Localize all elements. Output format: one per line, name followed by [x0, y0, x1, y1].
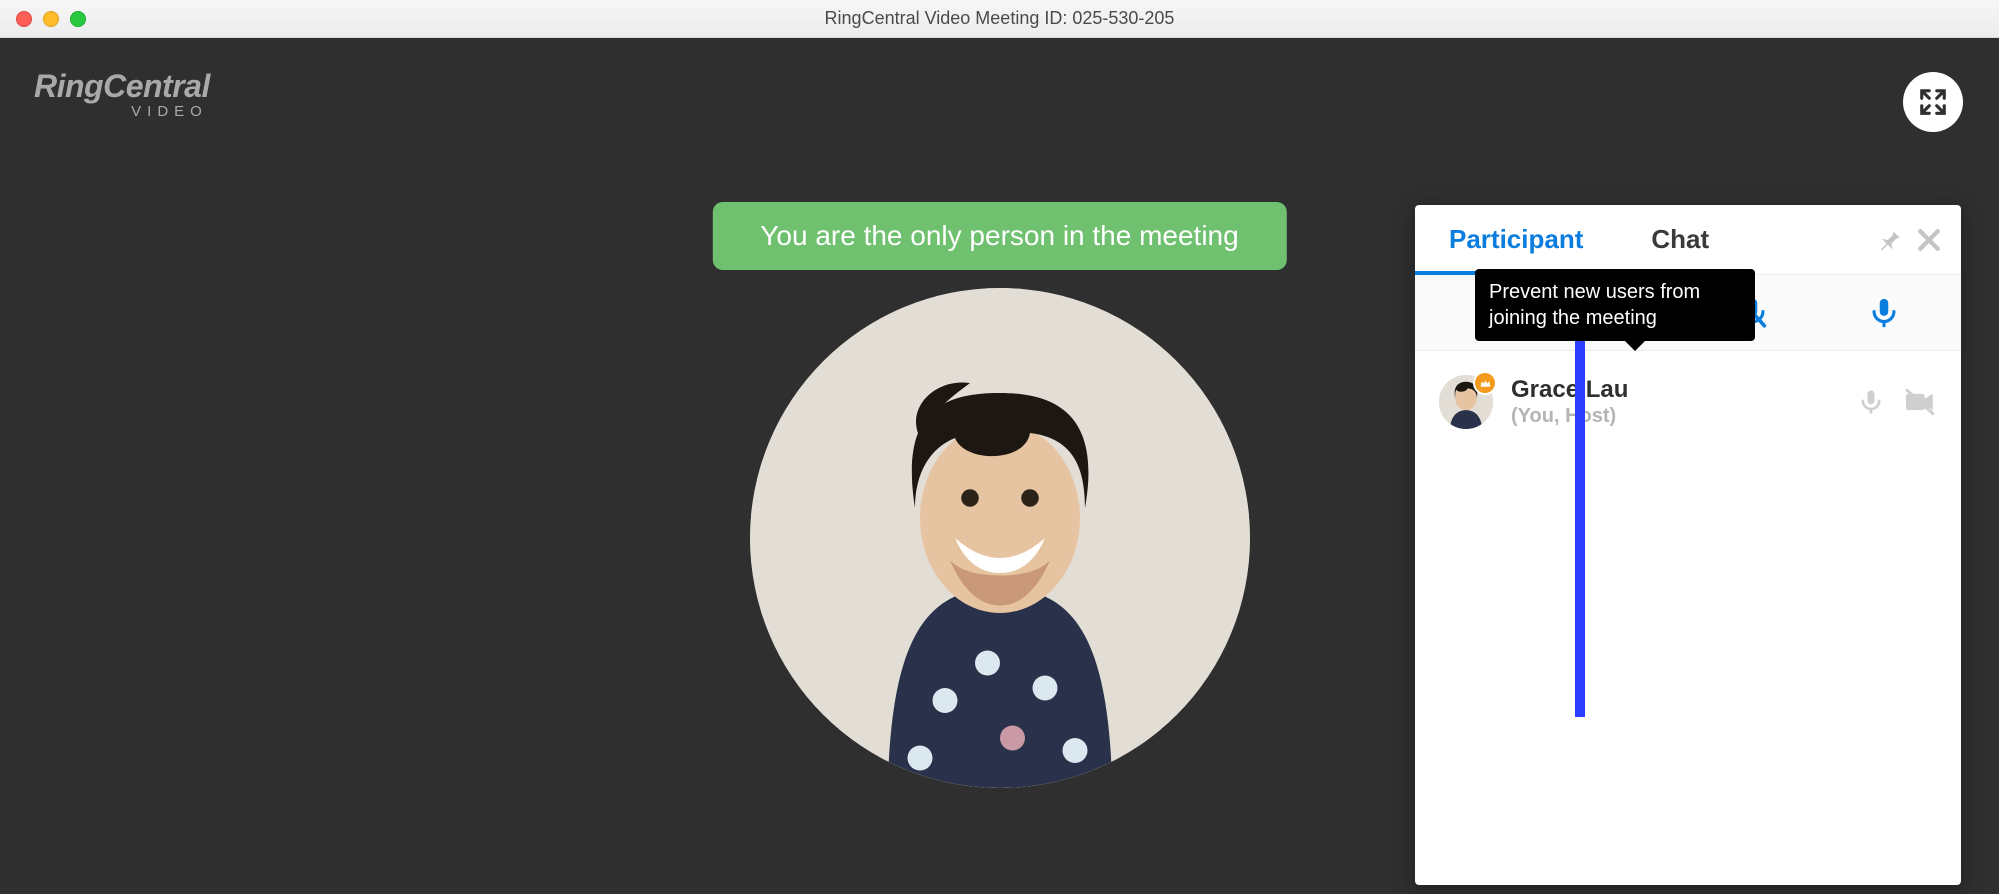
brand-subtitle: VIDEO: [34, 103, 210, 120]
close-panel-button[interactable]: [1913, 205, 1961, 274]
pin-panel-button[interactable]: [1865, 205, 1913, 274]
brand-logo: RingCentral VIDEO: [34, 68, 210, 120]
fullscreen-button[interactable]: [1903, 72, 1963, 132]
tab-chat[interactable]: Chat: [1617, 205, 1743, 274]
participant-status-icons: [1857, 388, 1937, 416]
pin-icon: [1875, 226, 1903, 254]
self-video-avatar: [750, 288, 1250, 788]
tab-participant[interactable]: Participant: [1415, 205, 1617, 274]
mic-icon: [1867, 296, 1901, 330]
status-toast: You are the only person in the meeting: [712, 202, 1286, 270]
participant-camera-off-icon[interactable]: [1903, 388, 1937, 416]
lock-meeting-tooltip: Prevent new users from joining the meeti…: [1475, 269, 1755, 341]
video-stage: RingCentral VIDEO You are the only perso…: [0, 38, 1999, 894]
unmute-all-button[interactable]: [1854, 283, 1914, 343]
fullscreen-icon: [1918, 87, 1948, 117]
crown-icon: [1479, 377, 1492, 390]
tooltip-text: Prevent new users from joining the meeti…: [1489, 281, 1700, 329]
brand-name: RingCentral: [34, 68, 210, 105]
panel-tabs: Participant Chat: [1415, 205, 1961, 275]
status-toast-text: You are the only person in the meeting: [760, 220, 1238, 251]
participant-mic-icon[interactable]: [1857, 388, 1885, 416]
participant-info: Grace Lau (You, Host): [1511, 376, 1839, 429]
participant-avatar: [1439, 375, 1493, 429]
annotation-arrow: [1575, 337, 1585, 717]
participant-row[interactable]: Grace Lau (You, Host): [1435, 365, 1941, 439]
participants-panel: Participant Chat Prevent new users from …: [1415, 205, 1961, 885]
tab-participant-label: Participant: [1449, 224, 1583, 255]
participant-role: (You, Host): [1511, 404, 1839, 428]
close-icon: [1914, 225, 1944, 255]
host-badge: [1473, 371, 1497, 395]
window-title: RingCentral Video Meeting ID: 025-530-20…: [0, 8, 1999, 29]
avatar-illustration: [750, 288, 1250, 788]
tab-chat-label: Chat: [1651, 224, 1709, 255]
participant-list: Grace Lau (You, Host): [1415, 351, 1961, 885]
window-titlebar: RingCentral Video Meeting ID: 025-530-20…: [0, 0, 1999, 38]
participant-name: Grace Lau: [1511, 376, 1839, 405]
